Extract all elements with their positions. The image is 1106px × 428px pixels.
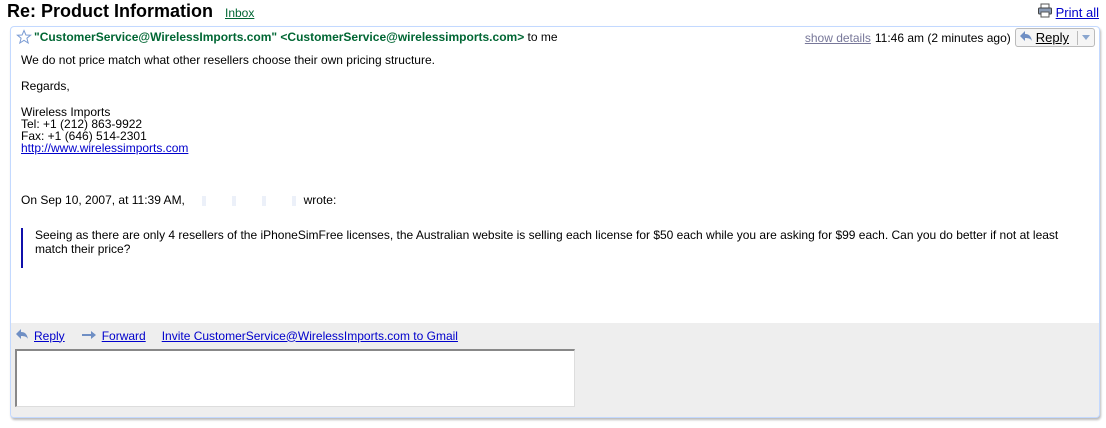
quote-intro-suffix: wrote: [303, 193, 337, 207]
header-right: show details 11:46 am (2 minutes ago) Re… [805, 28, 1095, 47]
reply-button[interactable]: Reply [1014, 28, 1095, 47]
quote-intro: On Sep 10, 2007, at 11:39 AM, wrote: [21, 194, 1089, 206]
signature-tel: Tel: +1 (212) 863-9922 [21, 117, 143, 131]
email-subject: Re: Product Information [7, 1, 213, 21]
redacted-name [188, 195, 301, 206]
print-all-button[interactable]: Print all [1037, 3, 1099, 21]
signature-name: Wireless Imports [21, 105, 111, 119]
quote-intro-prefix: On Sep 10, 2007, at 11:39 AM, [21, 193, 185, 207]
reply-separator [1077, 30, 1078, 45]
sender[interactable]: "CustomerService@WirelessImports.com" <C… [34, 30, 558, 44]
star-icon[interactable] [16, 29, 32, 45]
inbox-label-link[interactable]: Inbox [225, 6, 254, 20]
printer-icon [1037, 3, 1053, 21]
print-all-link[interactable]: Print all [1056, 5, 1099, 20]
invite-link[interactable]: Invite CustomerService@WirelessImports.c… [162, 329, 458, 343]
message-body: We do not price match what other reselle… [21, 54, 1089, 268]
timestamp: 11:46 am (2 minutes ago) [874, 30, 1011, 45]
message-card: "CustomerService@WirelessImports.com" <C… [10, 26, 1100, 418]
message-header: "CustomerService@WirelessImports.com" <C… [11, 27, 1099, 49]
reply-arrow-icon [1019, 30, 1033, 45]
regards-text: Regards, [21, 79, 70, 93]
footer-forward-link[interactable]: Forward [102, 329, 146, 343]
recipient-text: to me [527, 30, 558, 44]
footer-actions: Reply Forward Invite CustomerService@Wir… [15, 328, 458, 343]
footer-reply-link[interactable]: Reply [34, 329, 65, 343]
reply-label[interactable]: Reply [1036, 30, 1069, 45]
quoted-text: Seeing as there are only 4 resellers of … [21, 228, 1089, 268]
show-details-link[interactable]: show details [805, 31, 871, 45]
reply-arrow-icon[interactable] [15, 328, 29, 343]
quick-reply-box[interactable] [15, 349, 575, 407]
message-footer: Reply Forward Invite CustomerService@Wir… [11, 323, 1099, 417]
signature-url-link[interactable]: http://www.wirelessimports.com [21, 141, 188, 155]
body-line: We do not price match what other reselle… [21, 53, 435, 67]
dropdown-arrow-icon[interactable] [1082, 35, 1090, 40]
sender-address[interactable]: "CustomerService@WirelessImports.com" <C… [34, 30, 524, 44]
forward-arrow-icon[interactable] [81, 329, 97, 343]
